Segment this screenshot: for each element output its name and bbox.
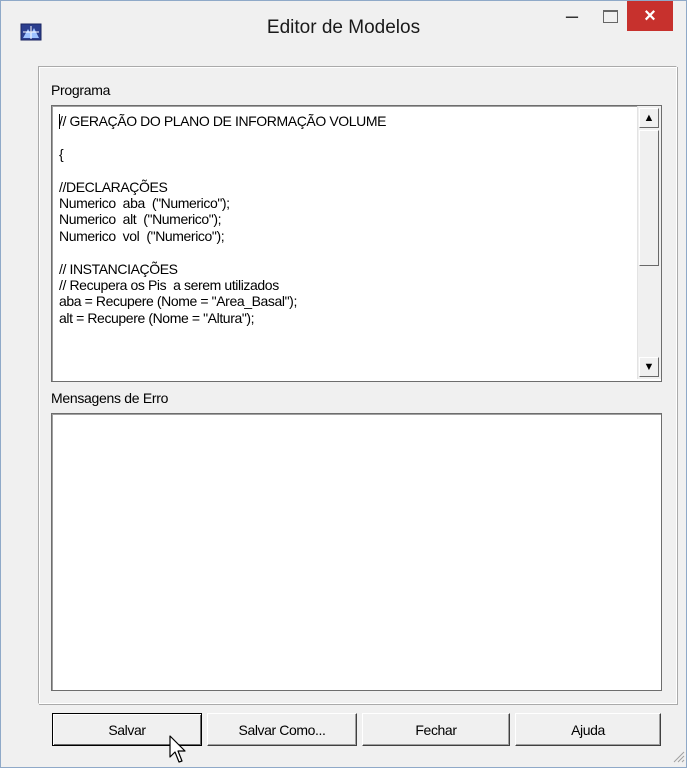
close-dialog-button[interactable]: Fechar: [362, 713, 510, 746]
program-label: Programa: [51, 82, 111, 98]
maximize-button[interactable]: [591, 1, 629, 31]
title-bar[interactable]: Editor de Modelos – ×: [1, 1, 686, 58]
help-button[interactable]: Ajuda: [515, 713, 661, 746]
arrow-down-icon[interactable]: ▼: [639, 357, 659, 377]
save-as-button[interactable]: Salvar Como...: [207, 713, 357, 746]
program-editor[interactable]: // GERAÇÃO DO PLANO DE INFORMAÇÃO VOLUME…: [51, 105, 662, 382]
program-code[interactable]: // GERAÇÃO DO PLANO DE INFORMAÇÃO VOLUME…: [59, 113, 386, 326]
text-caret: [59, 114, 60, 129]
program-scrollbar[interactable]: ▲ ▼: [637, 106, 661, 379]
resize-grip-icon[interactable]: [671, 749, 685, 763]
errors-label: Mensagens de Erro: [51, 390, 169, 406]
close-button[interactable]: ×: [627, 1, 673, 31]
error-messages-box[interactable]: [51, 413, 662, 691]
minimize-button[interactable]: –: [553, 1, 591, 31]
arrow-up-icon[interactable]: ▲: [639, 108, 659, 128]
minimize-icon: –: [565, 3, 579, 28]
close-icon: ×: [644, 4, 656, 27]
scrollbar-thumb[interactable]: [639, 130, 659, 266]
maximize-icon: [602, 9, 618, 23]
editor-window: Editor de Modelos – × Programa // GERAÇÃ…: [0, 0, 687, 768]
mouse-pointer-icon: [169, 735, 186, 763]
